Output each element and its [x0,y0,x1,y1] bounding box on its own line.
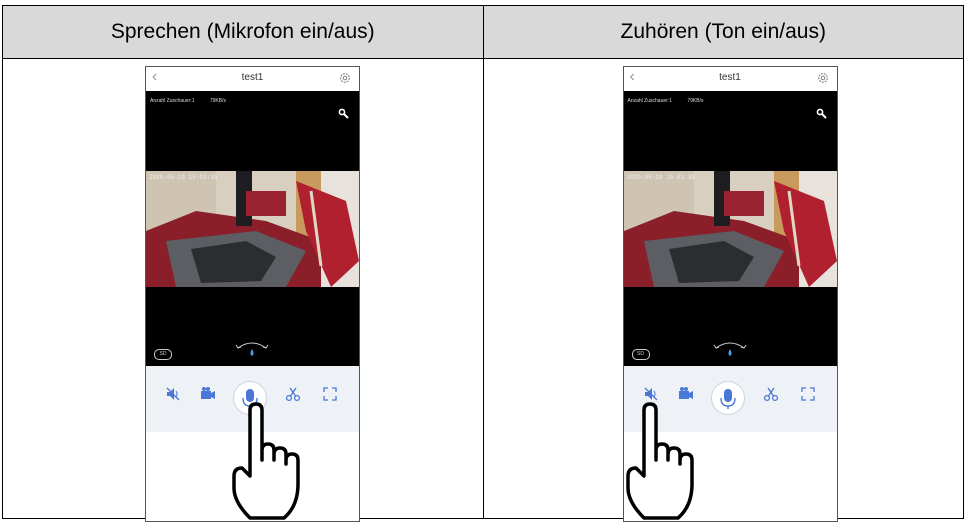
settings-gear-icon[interactable] [817,72,829,84]
camera-feed-image: 2020-05-19 15:03:39 [146,171,359,287]
header-listen: Zuhören (Ton ein/aus) [482,5,964,59]
top-bar: ‹ test1 [146,67,359,91]
viewer-count: Anzahl Zuschauer:1 [150,98,195,104]
ptz-joystick-icon[interactable] [712,339,748,361]
sd-quality-button[interactable]: SD [631,349,650,360]
timestamp: 2020-05-19 15:03:39 [149,174,218,181]
phone-screenshot: ‹ test1 Anzahl Zuschauer:1 79KB/s 2020-0… [622,66,838,522]
device-title: test1 [719,72,741,83]
pointing-hand-icon [625,402,694,520]
top-bar: ‹ test1 [623,67,837,91]
sd-quality-button[interactable]: SD [154,349,172,360]
search-icon[interactable] [338,108,349,119]
bitrate: 79KB/s [687,98,704,104]
fullscreen-icon[interactable] [800,386,816,402]
scissors-icon[interactable] [285,386,301,402]
search-icon[interactable] [816,108,827,119]
phone-screenshot: ‹ test1 Anzahl Zuschauer:1 79KB/s 2020-0… [145,66,360,522]
ptz-joystick-icon[interactable] [234,339,270,361]
timestamp: 2020-05-19 15:03:39 [626,174,695,181]
stream-info: Anzahl Zuschauer:1 79KB/s [150,98,240,104]
settings-gear-icon[interactable] [339,72,351,84]
mute-speaker-icon[interactable] [165,386,181,402]
pointing-hand-icon [232,402,300,520]
header-speak: Sprechen (Mikrofon ein/aus) [2,5,484,59]
cell-speak: ‹ test1 Anzahl Zuschauer:1 79KB/s 2020-0… [2,58,484,522]
cell-listen: ‹ test1 Anzahl Zuschauer:1 79KB/s 2020-0… [482,58,964,522]
record-video-icon[interactable] [678,386,694,402]
record-video-icon[interactable] [200,386,216,402]
bitrate: 79KB/s [209,98,226,104]
scissors-icon[interactable] [763,386,779,402]
live-video-panel[interactable]: Anzahl Zuschauer:1 79KB/s 2020-05-19 15:… [146,91,359,366]
device-title: test1 [241,72,264,83]
fullscreen-icon[interactable] [322,386,338,402]
document-page: Sprechen (Mikrofon ein/aus) Zuhören (Ton… [0,0,968,522]
viewer-count: Anzahl Zuschauer:1 [627,98,672,104]
mute-speaker-icon[interactable] [643,386,659,402]
instruction-table: Sprechen (Mikrofon ein/aus) Zuhören (Ton… [2,5,964,522]
live-video-panel[interactable]: Anzahl Zuschauer:1 79KB/s 2020-05-19 15:… [623,91,837,366]
camera-feed-image: 2020-05-19 15:03:39 [623,171,837,287]
stream-info: Anzahl Zuschauer:1 79KB/s [628,98,718,104]
